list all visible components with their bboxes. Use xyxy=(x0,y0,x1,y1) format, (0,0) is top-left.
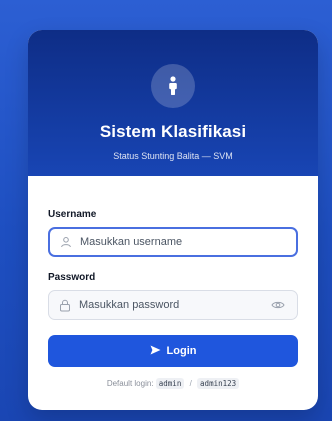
header-icon xyxy=(151,64,195,108)
login-button-label: Login xyxy=(166,345,197,357)
lock-icon xyxy=(51,299,79,312)
password-label: Password xyxy=(48,272,96,283)
card-header: Sistem Klasifikasi Status Stunting Balit… xyxy=(28,30,318,176)
eye-icon[interactable] xyxy=(265,300,291,310)
login-form: Username Password xyxy=(28,176,318,389)
hint-password: admin123 xyxy=(197,378,240,389)
app-title: Sistem Klasifikasi xyxy=(99,122,247,141)
hint-prefix: Default login: xyxy=(106,379,154,388)
username-input[interactable] xyxy=(80,236,296,248)
username-field xyxy=(48,227,298,257)
info-person-icon xyxy=(169,76,177,95)
send-icon xyxy=(150,345,161,358)
default-login-hint: Default login: admin / admin123 xyxy=(48,378,298,389)
user-icon xyxy=(52,236,80,248)
login-button[interactable]: Login xyxy=(48,335,298,367)
password-field xyxy=(48,290,298,320)
login-card: Sistem Klasifikasi Status Stunting Balit… xyxy=(28,30,318,410)
hint-username: admin xyxy=(155,378,185,389)
hint-separator: / xyxy=(189,379,192,388)
username-label: Username xyxy=(48,209,97,220)
app-subtitle: Status Stunting Balita — SVM xyxy=(113,151,233,161)
password-input[interactable] xyxy=(79,299,265,311)
